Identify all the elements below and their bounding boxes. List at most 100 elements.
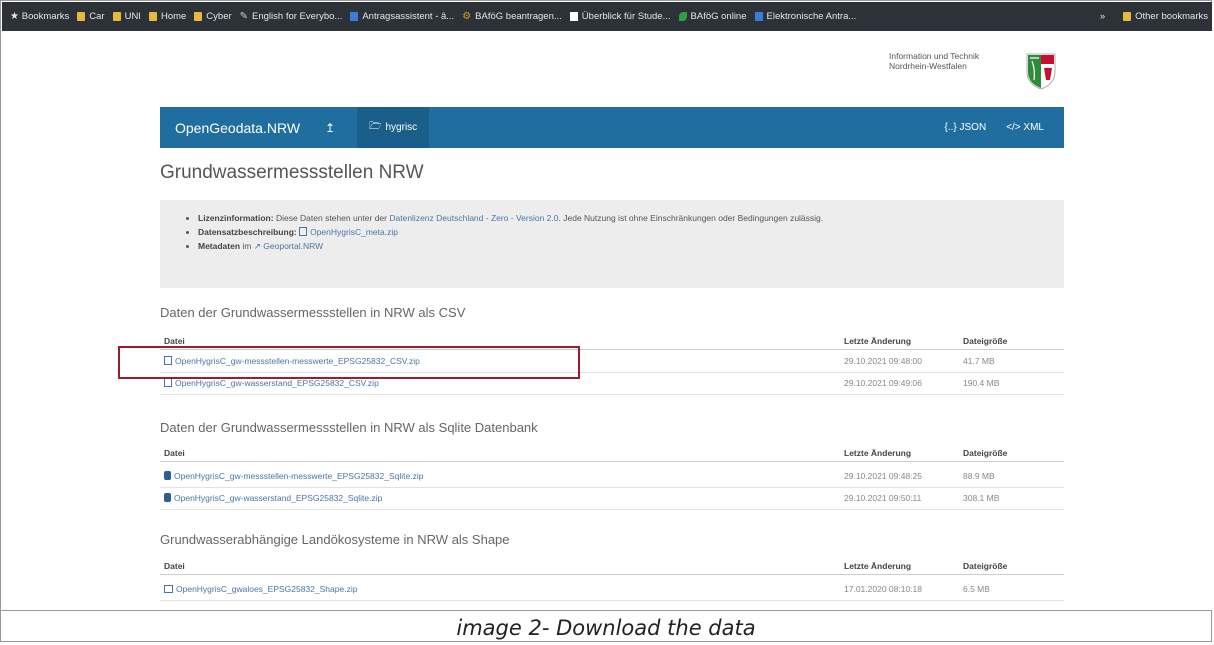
brand-link[interactable]: OpenGeodata.NRW (175, 120, 300, 136)
license-rest: . Jede Nutzung ist ohne Einschränkungen … (558, 213, 824, 223)
license-text: Diese Daten stehen unter der (275, 213, 387, 223)
changed-date: 29.10.2021 09:48:25 (844, 471, 922, 481)
bookmark-label: Bookmarks (21, 11, 70, 22)
description-label: Datensatzbeschreibung: (198, 227, 297, 237)
other-bookmarks[interactable]: Other bookmarks (1123, 11, 1208, 22)
table-row[interactable]: OpenHygrisC_gwaloes_EPSG25832_Shape.zip … (160, 580, 1064, 601)
file-size: 41.7 MB (963, 356, 995, 366)
license-label: Lizenzinformation: (198, 213, 274, 223)
bookmark-label: UNI (124, 11, 141, 22)
bookmark-bafoeg-online[interactable]: BAföG online (678, 11, 747, 22)
page-icon (350, 12, 359, 21)
file-link[interactable]: OpenHygrisC_gw-messstellen-messwerte_EPS… (174, 471, 423, 481)
dataset-info-box: Lizenzinformation: Diese Daten stehen un… (160, 200, 1064, 288)
dataset-description: Datensatzbeschreibung: OpenHygrisC_meta.… (198, 227, 1064, 237)
json-link[interactable]: {..} JSON (945, 122, 987, 133)
geoportal-link[interactable]: Geoportal.NRW (263, 241, 323, 251)
section-title-shape: Grundwasserabhängige Landökosysteme in N… (160, 532, 510, 547)
database-icon (164, 493, 171, 502)
changed-date: 29.10.2021 09:50:11 (844, 493, 922, 503)
bookmark-cyber[interactable]: Cyber (194, 11, 232, 22)
current-folder-tab[interactable]: 🗁 hygrisc (357, 107, 430, 148)
folder-open-icon: 🗁 (369, 121, 382, 132)
bookmark-uni[interactable]: UNI (112, 11, 141, 22)
bookmark-bafoeg[interactable]: ⚙ BAföG beantragen... (462, 11, 562, 22)
file-link[interactable]: OpenHygrisC_gw-wasserstand_EPSG25832_Sql… (174, 493, 382, 503)
bookmark-label: Home (160, 11, 187, 22)
page-title: Grundwassermessstellen NRW (160, 162, 424, 183)
bookmark-antrag[interactable]: Antragsassistent - â... (350, 11, 454, 22)
metadata-label: Metadaten (198, 241, 241, 251)
changed-date: 17.01.2020 08:10:18 (844, 584, 922, 594)
file-size: 308.1 MB (963, 493, 1000, 503)
highlight-box (118, 346, 580, 379)
gear-icon: ⚙ (462, 11, 472, 22)
file-size: 190.4 MB (963, 378, 1000, 388)
bookmark-label: Elektronische Antra... (766, 11, 857, 22)
col-changed[interactable]: Letzte Änderung (844, 336, 911, 346)
section-title-csv: Daten der Grundwassermessstellen in NRW … (160, 305, 466, 320)
bookmark-bookmarks[interactable]: ★ Bookmarks (10, 11, 69, 22)
col-file[interactable]: Datei (164, 448, 185, 458)
map-icon (164, 585, 173, 593)
col-changed[interactable]: Letzte Änderung (844, 448, 911, 458)
col-size[interactable]: Dateigröße (963, 561, 1007, 571)
file-icon (299, 227, 308, 236)
col-file[interactable]: Datei (164, 561, 185, 571)
bookmark-car[interactable]: Car (77, 11, 105, 22)
xml-link[interactable]: </> XML (1006, 122, 1044, 133)
gov-line-2: Nordrhein-Westfalen (889, 61, 967, 71)
bookmark-english[interactable]: ✎ English for Everybo... (240, 11, 343, 22)
star-icon: ★ (10, 11, 22, 22)
bookmark-label: Car (89, 11, 105, 22)
table-row[interactable]: OpenHygrisC_gw-messstellen-messwerte_EPS… (160, 467, 1064, 488)
col-file[interactable]: Datei (164, 336, 185, 346)
bookmark-label: Cyber (206, 11, 232, 22)
nrw-crest-logo (1026, 53, 1056, 90)
file-link[interactable]: OpenHygrisC_gwaloes_EPSG25832_Shape.zip (176, 584, 357, 594)
table-row[interactable]: OpenHygrisC_gw-wasserstand_EPSG25832_Sql… (160, 489, 1064, 510)
bookmark-elektronische[interactable]: Elektronische Antra... (754, 11, 857, 22)
top-navbar: OpenGeodata.NRW ↥ 🗁 hygrisc {..} JSON </… (160, 107, 1064, 148)
gov-line-1: Information und Technik (889, 51, 980, 61)
leaf-icon (678, 12, 687, 21)
file-link[interactable]: OpenHygrisC_gw-wasserstand_EPSG25832_CSV… (175, 378, 379, 388)
folder-label: hygrisc (385, 122, 418, 133)
bookmark-home[interactable]: Home (148, 11, 187, 22)
zip-file-icon (164, 378, 172, 387)
bookmark-ueberblick[interactable]: Überblick für Stude... (569, 11, 671, 22)
meta-zip-link[interactable]: OpenHygrisC_meta.zip (310, 227, 398, 237)
up-directory-icon[interactable]: ↥ (325, 121, 335, 135)
gov-header-text: Information und Technik Nordrhein-Westfa… (889, 51, 979, 71)
file-size: 6.5 MB (963, 584, 990, 594)
table-header: Datei Letzte Änderung Dateigröße (160, 445, 1064, 462)
col-size[interactable]: Dateigröße (963, 336, 1007, 346)
bookmark-label: BAföG online (690, 11, 747, 22)
license-link[interactable]: Datenlizenz Deutschland - Zero - Version… (389, 213, 558, 223)
bookmark-label: Antragsassistent - â... (362, 11, 455, 22)
browser-screenshot: ★ Bookmarks Car UNI Home Cyber ✎ English … (2, 2, 1212, 611)
external-link-icon: ↗ (253, 241, 261, 251)
folder-icon (112, 12, 121, 21)
section-title-sqlite: Daten der Grundwassermessstellen in NRW … (160, 420, 538, 435)
bookmark-label: Überblick für Stude... (581, 11, 671, 22)
changed-date: 29.10.2021 09:48:00 (844, 356, 922, 366)
bookmarks-bar: ★ Bookmarks Car UNI Home Cyber ✎ English … (2, 2, 1212, 31)
figure-frame: ★ Bookmarks Car UNI Home Cyber ✎ English … (0, 0, 1212, 642)
folder-icon (194, 12, 203, 21)
table-header: Datei Letzte Änderung Dateigröße (160, 558, 1064, 575)
bookmarks-overflow[interactable]: » (1100, 11, 1105, 22)
other-bookmarks-label: Other bookmarks (1135, 11, 1208, 22)
page-icon (754, 12, 763, 21)
metadata-info: Metadaten im ↗ Geoportal.NRW (198, 241, 1064, 252)
file-size: 88.9 MB (963, 471, 995, 481)
col-changed[interactable]: Letzte Änderung (844, 561, 911, 571)
database-icon (164, 471, 171, 480)
metadata-in: im (242, 241, 252, 251)
folder-icon (148, 12, 157, 21)
col-size[interactable]: Dateigröße (963, 448, 1007, 458)
changed-date: 29.10.2021 09:49:06 (844, 378, 922, 388)
figure-caption: image 2- Download the data (0, 610, 1212, 645)
page-icon (569, 12, 578, 21)
license-info: Lizenzinformation: Diese Daten stehen un… (198, 213, 1064, 223)
